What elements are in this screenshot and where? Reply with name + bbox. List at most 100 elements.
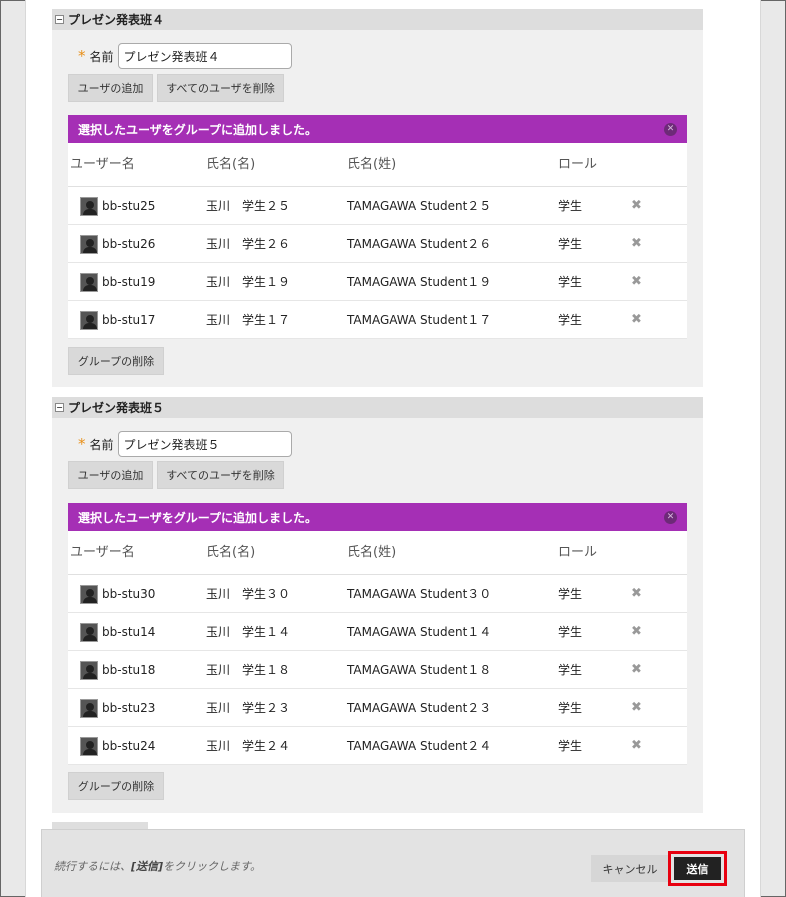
username-cell: bb-stu23 [102, 701, 156, 715]
first-name-cell: 玉川 学生１９ [206, 275, 291, 289]
last-name-cell: TAMAGAWA Student１８ [347, 663, 492, 677]
user-avatar-icon [80, 623, 98, 642]
user-avatar-icon [80, 699, 98, 718]
user-avatar-icon [80, 197, 98, 216]
remove-x-icon[interactable]: ✖ [631, 689, 642, 727]
close-banner-icon[interactable]: ✕ [664, 123, 677, 136]
username-cell: bb-stu19 [102, 275, 156, 289]
table-row: bb-stu19 玉川 学生１９ TAMAGAWA Student１９ 学生 ✖ [68, 263, 687, 301]
remove-x-icon[interactable]: ✖ [631, 727, 642, 765]
table-row: bb-stu17 玉川 学生１７ TAMAGAWA Student１７ 学生 ✖ [68, 301, 687, 339]
last-name-cell: TAMAGAWA Student２３ [347, 701, 492, 715]
add-users-button[interactable]: ユーザの追加 [68, 461, 153, 489]
success-banner: 選択したユーザをグループに追加しました。 ✕ [68, 115, 687, 143]
first-name-cell: 玉川 学生２５ [206, 199, 291, 213]
role-cell: 学生 [558, 663, 583, 677]
first-name-cell: 玉川 学生２３ [206, 701, 291, 715]
instruction-key: [送信] [131, 860, 164, 873]
remove-x-icon[interactable]: ✖ [631, 613, 642, 651]
remove-x-icon[interactable]: ✖ [631, 301, 642, 339]
role-cell: 学生 [558, 313, 583, 327]
last-name-cell: TAMAGAWA Student２６ [347, 237, 492, 251]
user-avatar-icon [80, 661, 98, 680]
name-label: 名前 [89, 49, 114, 64]
remove-x-icon[interactable]: ✖ [631, 187, 642, 225]
role-cell: 学生 [558, 739, 583, 753]
last-name-cell: TAMAGAWA Student２５ [347, 199, 492, 213]
last-name-cell: TAMAGAWA Student３０ [347, 587, 492, 601]
group-section-2: − プレゼン発表班５ * 名前 プレゼン発表班５ ユーザの追加 すべてのユーザを… [52, 397, 703, 813]
first-name-cell: 玉川 学生２４ [206, 739, 291, 753]
first-name-cell: 玉川 学生３０ [206, 587, 291, 601]
remove-all-users-button[interactable]: すべてのユーザを削除 [157, 461, 284, 489]
collapse-toggle-icon[interactable]: − [55, 403, 64, 412]
group-section-1: − プレゼン発表班４ * 名前 プレゼン発表班４ ユーザの追加 すべてのユーザを… [52, 9, 703, 387]
role-cell: 学生 [558, 199, 583, 213]
first-name-cell: 玉川 学生１８ [206, 663, 291, 677]
col-username[interactable]: ユーザー名 [70, 531, 135, 575]
col-username[interactable]: ユーザー名 [70, 143, 135, 187]
remove-all-users-button[interactable]: すべてのユーザを削除 [157, 74, 284, 102]
user-avatar-icon [80, 311, 98, 330]
user-avatar-icon [80, 737, 98, 756]
group-header-2[interactable]: − プレゼン発表班５ [52, 397, 703, 418]
table-row: bb-stu30 玉川 学生３０ TAMAGAWA Student３０ 学生 ✖ [68, 575, 687, 613]
username-cell: bb-stu30 [102, 587, 156, 601]
required-star-icon: * [78, 435, 86, 453]
delete-group-button[interactable]: グループの削除 [68, 347, 164, 375]
user-avatar-icon [80, 585, 98, 604]
group-title: プレゼン発表班５ [68, 401, 165, 415]
username-cell: bb-stu26 [102, 237, 156, 251]
members-panel-1: 選択したユーザをグループに追加しました。 ✕ ユーザー名 氏名(名) 氏名(姓)… [68, 115, 687, 339]
remove-x-icon[interactable]: ✖ [631, 651, 642, 689]
banner-text: 選択したユーザをグループに追加しました。 [78, 510, 318, 525]
table-row: bb-stu18 玉川 学生１８ TAMAGAWA Student１８ 学生 ✖ [68, 651, 687, 689]
user-avatar-icon [80, 273, 98, 292]
role-cell: 学生 [558, 701, 583, 715]
submit-footer: 続行するには、[送信]をクリックします。 キャンセル 送信 [41, 829, 745, 897]
group-title: プレゼン発表班４ [68, 13, 165, 27]
role-cell: 学生 [558, 625, 583, 639]
user-avatar-icon [80, 235, 98, 254]
required-star-icon: * [78, 47, 86, 65]
table-header: ユーザー名 氏名(名) 氏名(姓) ロール [68, 531, 687, 575]
group-name-input[interactable]: プレゼン発表班５ [117, 431, 292, 457]
col-last-name[interactable]: 氏名(姓) [347, 143, 396, 187]
table-header: ユーザー名 氏名(名) 氏名(姓) ロール [68, 143, 687, 187]
role-cell: 学生 [558, 587, 583, 601]
group-header-1[interactable]: − プレゼン発表班４ [52, 9, 703, 30]
group-name-input[interactable]: プレゼン発表班４ [117, 43, 292, 69]
col-first-name[interactable]: 氏名(名) [206, 143, 255, 187]
col-role[interactable]: ロール [558, 143, 597, 187]
delete-group-button[interactable]: グループの削除 [68, 772, 164, 800]
first-name-cell: 玉川 学生１４ [206, 625, 291, 639]
col-first-name[interactable]: 氏名(名) [206, 531, 255, 575]
remove-x-icon[interactable]: ✖ [631, 225, 642, 263]
col-role[interactable]: ロール [558, 531, 597, 575]
cancel-button[interactable]: キャンセル [591, 855, 669, 882]
name-label: 名前 [89, 437, 114, 452]
group-name-row: * 名前 プレゼン発表班４ [78, 43, 292, 69]
role-cell: 学生 [558, 237, 583, 251]
table-row: bb-stu25 玉川 学生２５ TAMAGAWA Student２５ 学生 ✖ [68, 187, 687, 225]
table-row: bb-stu23 玉川 学生２３ TAMAGAWA Student２３ 学生 ✖ [68, 689, 687, 727]
submit-button[interactable]: 送信 [674, 857, 721, 880]
last-name-cell: TAMAGAWA Student１４ [347, 625, 492, 639]
instruction-suffix: をクリックします。 [163, 860, 261, 873]
username-cell: bb-stu17 [102, 313, 156, 327]
first-name-cell: 玉川 学生２６ [206, 237, 291, 251]
add-users-button[interactable]: ユーザの追加 [68, 74, 153, 102]
table-row: bb-stu14 玉川 学生１４ TAMAGAWA Student１４ 学生 ✖ [68, 613, 687, 651]
col-last-name[interactable]: 氏名(姓) [347, 531, 396, 575]
username-cell: bb-stu24 [102, 739, 156, 753]
last-name-cell: TAMAGAWA Student１９ [347, 275, 492, 289]
username-cell: bb-stu18 [102, 663, 156, 677]
remove-x-icon[interactable]: ✖ [631, 575, 642, 613]
last-name-cell: TAMAGAWA Student１７ [347, 313, 492, 327]
table-row: bb-stu24 玉川 学生２４ TAMAGAWA Student２４ 学生 ✖ [68, 727, 687, 765]
role-cell: 学生 [558, 275, 583, 289]
close-banner-icon[interactable]: ✕ [664, 511, 677, 524]
collapse-toggle-icon[interactable]: − [55, 15, 64, 24]
remove-x-icon[interactable]: ✖ [631, 263, 642, 301]
username-cell: bb-stu25 [102, 199, 156, 213]
